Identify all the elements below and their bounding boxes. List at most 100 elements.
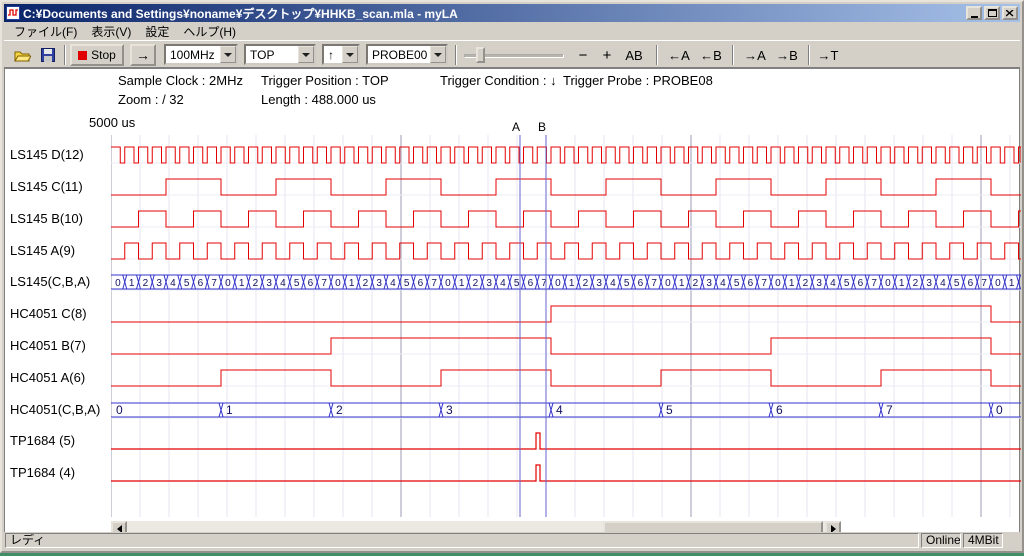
- minimize-button[interactable]: [966, 6, 982, 20]
- maximize-icon: [988, 9, 997, 17]
- trigger-probe-info: Trigger Probe : PROBE08: [563, 73, 713, 88]
- trigger-position-select[interactable]: TOP: [244, 44, 316, 65]
- svg-text:6: 6: [308, 278, 314, 289]
- trigger-edge-value: ↑: [328, 48, 334, 62]
- channel-label-tp1684-4: TP1684 (4): [10, 465, 110, 480]
- chevron-down-icon: [302, 53, 310, 57]
- save-file-button[interactable]: [36, 44, 60, 66]
- run-arrow-icon: →: [136, 47, 150, 63]
- svg-text:1: 1: [459, 278, 465, 289]
- chevron-down-icon: [224, 53, 232, 57]
- titlebar[interactable]: C:¥Documents and Settings¥noname¥デスクトップ¥…: [4, 4, 1020, 22]
- trigger-position-dropdown-button[interactable]: [298, 46, 314, 63]
- sample-clock-value: 100MHz: [170, 48, 215, 62]
- svg-text:7: 7: [321, 278, 327, 289]
- svg-text:5: 5: [184, 278, 190, 289]
- zoom-in-button[interactable]: +: [596, 44, 618, 66]
- window-controls: [966, 6, 1018, 20]
- channel-label-ls145-bus: LS145(C,B,A): [10, 274, 110, 289]
- open-file-button[interactable]: [10, 44, 34, 66]
- menu-settings[interactable]: 設定: [138, 21, 176, 42]
- svg-text:3: 3: [486, 278, 492, 289]
- svg-text:2: 2: [363, 278, 369, 289]
- svg-text:2: 2: [253, 278, 259, 289]
- goto-b-left-button[interactable]: ←B: [696, 44, 726, 66]
- sample-clock-dropdown-button[interactable]: [220, 46, 236, 63]
- menu-file[interactable]: ファイル(F): [7, 21, 84, 42]
- sample-clock-select[interactable]: 100MHz: [164, 44, 238, 65]
- channel-label-ls145-d: LS145 D(12): [10, 147, 110, 162]
- svg-text:0: 0: [995, 278, 1001, 289]
- status-ready-text: レディ: [5, 533, 919, 548]
- ab-cursor-button[interactable]: AB: [620, 44, 648, 66]
- svg-text:3: 3: [926, 278, 932, 289]
- statusbar: レディ Online 4MBit: [4, 532, 1020, 549]
- svg-text:4: 4: [610, 278, 616, 289]
- run-button[interactable]: →: [130, 44, 156, 66]
- toolbar-separator: [64, 45, 66, 65]
- chevron-down-icon: [434, 53, 442, 57]
- svg-text:4: 4: [170, 278, 176, 289]
- channel-label-ls145-a: LS145 A(9): [10, 243, 110, 258]
- channel-label-hc4051-bus: HC4051(C,B,A): [10, 402, 110, 417]
- toolbar-separator: [732, 45, 734, 65]
- zoom-slider-thumb[interactable]: [476, 47, 485, 63]
- channel-label-hc4051-c: HC4051 C(8): [10, 306, 110, 321]
- svg-text:0: 0: [775, 278, 781, 289]
- menubar: ファイル(F) 表示(V) 設定 ヘルプ(H): [4, 22, 1020, 40]
- svg-text:3: 3: [376, 278, 382, 289]
- waveform-plot[interactable]: 0123456701234567012345670123456701234567…: [111, 133, 1021, 521]
- goto-b-right-button[interactable]: →B: [772, 44, 802, 66]
- svg-text:6: 6: [968, 278, 974, 289]
- time-division-label: 5000 us: [89, 115, 135, 130]
- svg-text:5: 5: [666, 403, 673, 417]
- trigger-probe-dropdown-button[interactable]: [430, 46, 446, 63]
- svg-text:2: 2: [803, 278, 809, 289]
- svg-text:0: 0: [665, 278, 671, 289]
- stop-button[interactable]: Stop: [70, 44, 124, 66]
- menu-help[interactable]: ヘルプ(H): [176, 21, 243, 42]
- svg-text:3: 3: [596, 278, 602, 289]
- svg-text:1: 1: [1009, 278, 1015, 289]
- svg-text:4: 4: [720, 278, 726, 289]
- close-button[interactable]: [1002, 6, 1018, 20]
- svg-text:0: 0: [115, 278, 121, 289]
- goto-trigger-button[interactable]: →T: [814, 44, 842, 66]
- svg-text:6: 6: [776, 403, 783, 417]
- svg-text:7: 7: [651, 278, 657, 289]
- trigger-edge-dropdown-button[interactable]: [342, 46, 358, 63]
- app-window: C:¥Documents and Settings¥noname¥デスクトップ¥…: [0, 0, 1024, 553]
- length-info: Length : 488.000 us: [261, 92, 376, 107]
- svg-text:1: 1: [129, 278, 135, 289]
- cursor-a-label: A: [510, 120, 522, 134]
- svg-text:4: 4: [830, 278, 836, 289]
- statusbar-corner: [1005, 533, 1019, 548]
- trigger-position-info: Trigger Position : TOP: [261, 73, 389, 88]
- goto-a-left-button[interactable]: ←A: [664, 44, 694, 66]
- zoom-info: Zoom : / 32: [118, 92, 184, 107]
- trigger-probe-select[interactable]: PROBE00: [366, 44, 448, 65]
- channel-label-hc4051-a: HC4051 A(6): [10, 370, 110, 385]
- svg-text:5: 5: [954, 278, 960, 289]
- svg-text:6: 6: [638, 278, 644, 289]
- svg-text:6: 6: [748, 278, 754, 289]
- status-memory-badge: 4MBit: [963, 533, 1003, 548]
- svg-text:7: 7: [871, 278, 877, 289]
- open-folder-icon: [14, 49, 31, 62]
- svg-text:0: 0: [225, 278, 231, 289]
- zoom-out-button[interactable]: −: [572, 44, 594, 66]
- svg-text:4: 4: [280, 278, 286, 289]
- trigger-edge-select[interactable]: ↑: [322, 44, 360, 65]
- svg-text:5: 5: [514, 278, 520, 289]
- svg-text:2: 2: [336, 403, 343, 417]
- svg-text:2: 2: [693, 278, 699, 289]
- toolbar-separator: [808, 45, 810, 65]
- menu-view[interactable]: 表示(V): [84, 21, 138, 42]
- goto-a-right-button[interactable]: →A: [740, 44, 770, 66]
- svg-text:1: 1: [226, 403, 233, 417]
- maximize-button[interactable]: [984, 6, 1000, 20]
- svg-text:2: 2: [913, 278, 919, 289]
- svg-text:1: 1: [569, 278, 575, 289]
- svg-text:0: 0: [445, 278, 451, 289]
- svg-text:4: 4: [500, 278, 506, 289]
